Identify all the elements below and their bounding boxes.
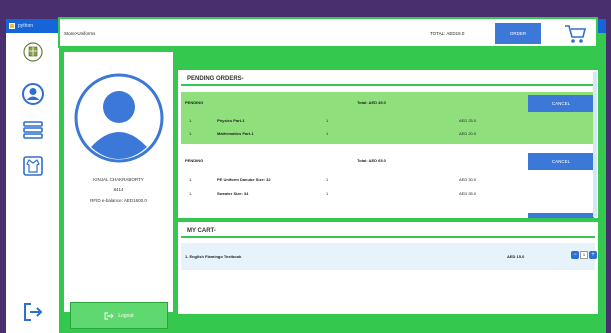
- order-status: PENDING: [185, 100, 204, 105]
- item-number: 1.: [189, 131, 193, 136]
- breadcrumb: Store>Uniforms: [64, 31, 96, 36]
- cart-item-row: 1. English Flamingo Textbook AED 15.0 − …: [181, 243, 597, 270]
- python-icon: [9, 23, 15, 29]
- cart-header: MY CART-: [181, 224, 595, 238]
- item-price: AED 25.0: [459, 118, 477, 123]
- increase-quantity-button[interactable]: +: [589, 251, 597, 259]
- item-price: AED 30.0: [459, 177, 477, 182]
- pending-orders-scrollbar[interactable]: [593, 72, 597, 217]
- partially-visible-cancel-button[interactable]: [528, 213, 594, 218]
- quantity-value: 1: [580, 251, 588, 259]
- window-title: python: [18, 23, 34, 29]
- uniform-icon[interactable]: [22, 155, 44, 177]
- order-button[interactable]: ORDER: [495, 23, 541, 44]
- item-name: Physics Part-1: [217, 118, 245, 123]
- profile-panel: KINJAL CHAKRABORTY 8414 RFID e-balance: …: [64, 52, 173, 312]
- item-number: 1.: [189, 118, 193, 123]
- item-qty: 1: [326, 131, 329, 136]
- logout-icon[interactable]: [22, 301, 44, 323]
- order-total: Total: AED 65.0: [357, 158, 386, 163]
- item-qty: 1: [326, 118, 329, 123]
- pending-order-card: PENDING Total: AED 65.0 CANCEL 1. PE Uni…: [181, 148, 595, 210]
- item-number: 1.: [189, 191, 193, 196]
- cart-item-name: 1. English Flamingo Textbook: [185, 254, 242, 259]
- item-number: 1.: [189, 177, 193, 182]
- sidebar: [6, 33, 62, 333]
- pending-orders-heading: PENDING ORDERS-: [187, 76, 244, 82]
- avatar: [74, 73, 164, 163]
- rfid-balance: RFID e-balance: AED1600.0: [90, 198, 147, 203]
- user-name: KINJAL CHAKRABORTY: [93, 177, 144, 182]
- item-qty: 1: [326, 191, 329, 196]
- item-price: AED 20.0: [459, 131, 477, 136]
- order-total: Total: AED 45.0: [357, 100, 386, 105]
- user-icon[interactable]: [22, 83, 44, 105]
- item-qty: 1: [326, 177, 329, 182]
- cart-heading: MY CART-: [187, 228, 216, 234]
- cart-total: TOTAL: AED15.0: [430, 31, 465, 36]
- school-logo-icon: [22, 41, 44, 63]
- cancel-order-button[interactable]: CANCEL: [528, 153, 594, 170]
- decrease-quantity-button[interactable]: −: [571, 251, 579, 259]
- item-name: Mathematics Part-1: [217, 131, 254, 136]
- cart-icon[interactable]: [563, 23, 587, 45]
- order-status: PENDING: [185, 158, 204, 163]
- cancel-order-button[interactable]: CANCEL: [528, 95, 594, 112]
- pending-orders-header: PENDING ORDERS-: [181, 72, 595, 86]
- item-price: AED 35.0: [459, 191, 477, 196]
- item-name: PE Uniform Danube Size: 32: [217, 177, 271, 182]
- logout-button-icon: [104, 312, 114, 319]
- cart-item-price: AED 15.0: [507, 254, 525, 259]
- logout-button[interactable]: Logout: [70, 302, 168, 329]
- pending-order-card: PENDING Total: AED 45.0 CANCEL 1. Physic…: [181, 92, 595, 144]
- top-bar: Store>Uniforms TOTAL: AED15.0 ORDER: [58, 17, 598, 48]
- books-icon[interactable]: [22, 119, 44, 141]
- logout-label: Logout: [118, 312, 134, 319]
- item-name: Sweater Size: 34: [217, 191, 249, 196]
- user-id: 8414: [113, 187, 124, 192]
